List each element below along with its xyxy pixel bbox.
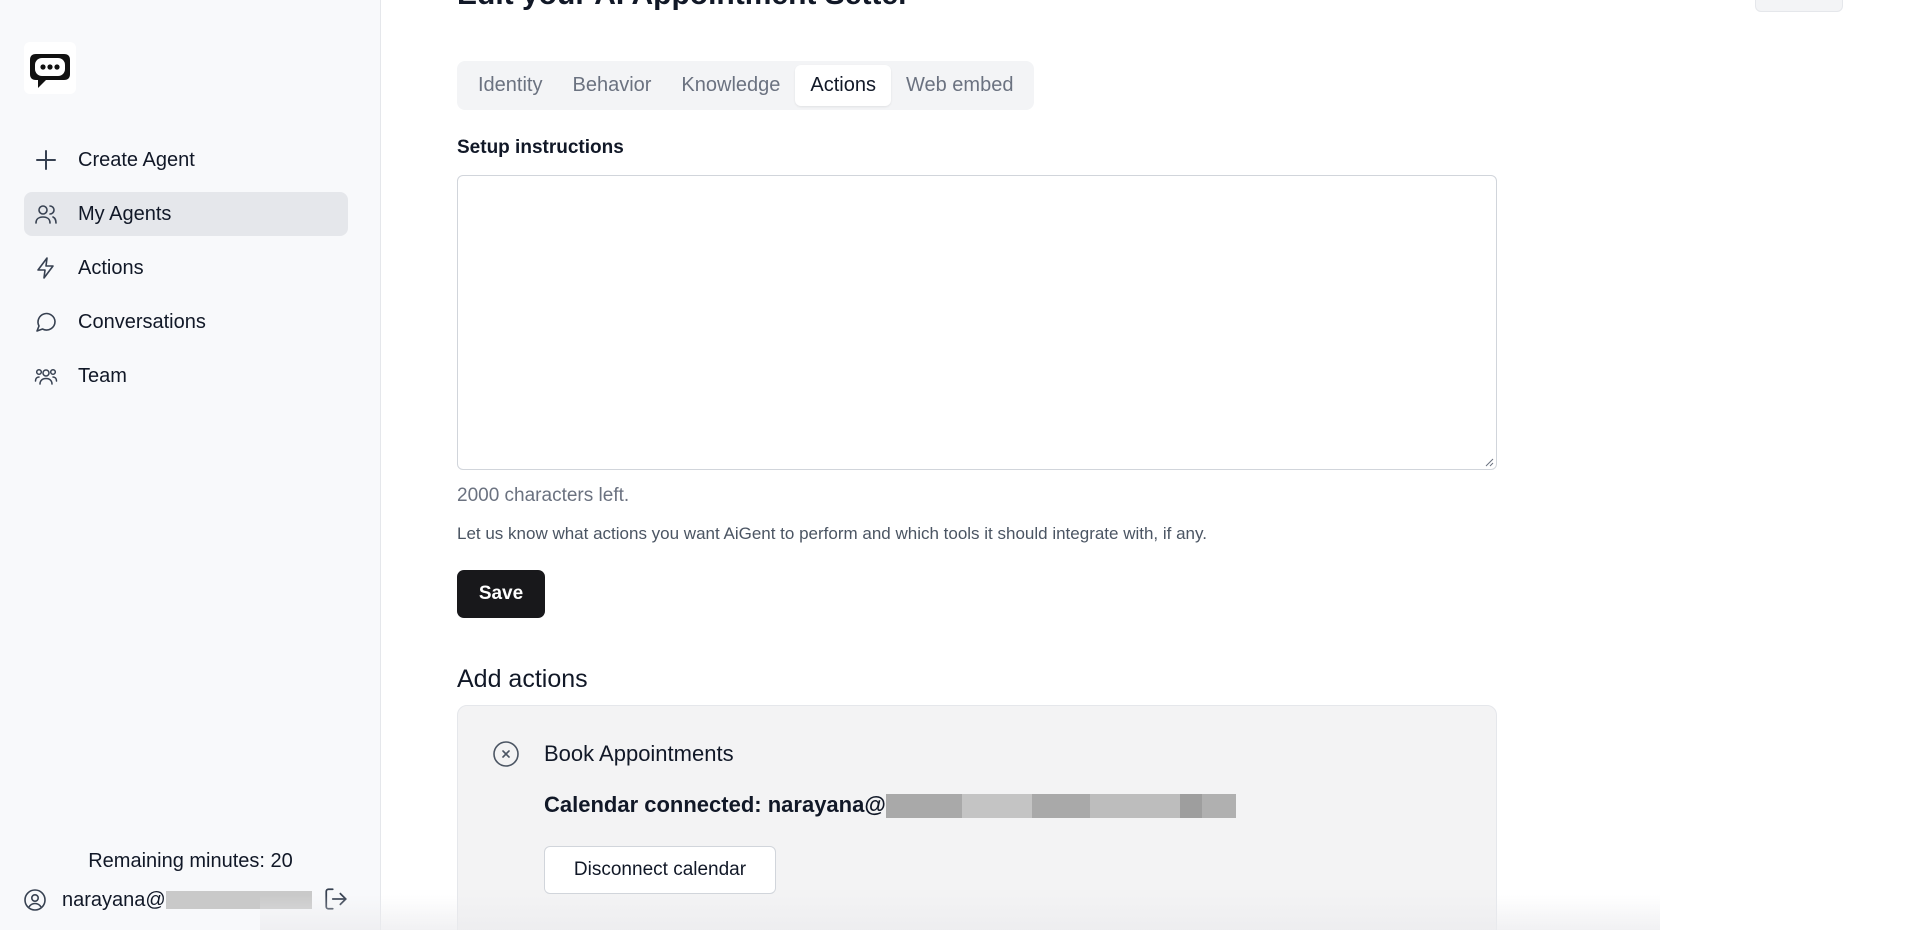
sidebar: Create Agent My Agents Actions Conversat… xyxy=(0,0,381,930)
user-account: narayana@ xyxy=(22,885,362,915)
calendar-connected-status: Calendar connected: narayana@ xyxy=(544,792,1236,819)
resize-handle-icon[interactable] xyxy=(1484,457,1494,467)
sidebar-item-my-agents[interactable]: My Agents xyxy=(24,192,348,236)
disconnect-calendar-button[interactable]: Disconnect calendar xyxy=(544,846,776,894)
sidebar-item-label: Actions xyxy=(78,256,144,279)
add-actions-heading: Add actions xyxy=(457,665,588,693)
message-circle-icon xyxy=(32,308,60,336)
tab-actions[interactable]: Actions xyxy=(795,65,891,106)
user-circle-icon xyxy=(22,887,48,913)
tab-bar: Identity Behavior Knowledge Actions Web … xyxy=(457,61,1035,110)
sidebar-item-label: Conversations xyxy=(78,310,206,333)
characters-left: 2000 characters left. xyxy=(457,485,630,506)
lightning-icon xyxy=(32,254,60,282)
user-email: narayana@ xyxy=(62,888,166,911)
redacted-block xyxy=(1031,794,1090,819)
page-title: Edit your AI Appointment Setter xyxy=(457,0,910,12)
book-appointments-card: Book Appointments Calendar connected: na… xyxy=(457,705,1497,930)
save-button[interactable]: Save xyxy=(457,570,545,618)
logout-icon[interactable] xyxy=(322,885,350,913)
setup-help-text: Let us know what actions you want AiGent… xyxy=(457,524,1207,543)
redacted-block xyxy=(961,794,1032,819)
remaining-minutes: Remaining minutes: 20 xyxy=(88,850,293,872)
redacted-email-domain xyxy=(165,891,312,909)
sidebar-item-create-agent[interactable]: Create Agent xyxy=(24,138,348,182)
sidebar-nav: Create Agent My Agents Actions Conversat… xyxy=(24,138,348,408)
calendar-connected-text: Calendar connected: narayana@ xyxy=(544,792,886,817)
sidebar-item-label: Team xyxy=(78,364,127,387)
redacted-block xyxy=(1201,794,1236,819)
setup-instructions-label: Setup instructions xyxy=(457,137,624,158)
sidebar-item-conversations[interactable]: Conversations xyxy=(24,300,348,344)
sidebar-item-team[interactable]: Team xyxy=(24,354,348,398)
tab-web-embed[interactable]: Web embed xyxy=(891,65,1028,106)
team-icon xyxy=(32,362,60,390)
header-action-button[interactable] xyxy=(1755,0,1843,12)
tab-behavior[interactable]: Behavior xyxy=(557,65,666,106)
action-title: Book Appointments xyxy=(544,741,734,766)
sidebar-item-label: My Agents xyxy=(78,202,172,225)
chat-bubble-logo-icon[interactable] xyxy=(24,42,76,94)
tab-identity[interactable]: Identity xyxy=(463,65,557,106)
users-icon xyxy=(32,200,60,228)
redacted-block xyxy=(885,794,962,819)
plus-icon xyxy=(32,146,60,174)
x-circle-icon[interactable] xyxy=(492,740,520,768)
redacted-block xyxy=(1179,794,1202,819)
setup-instructions-input[interactable] xyxy=(457,175,1497,470)
sidebar-item-label: Create Agent xyxy=(78,148,195,171)
tab-knowledge[interactable]: Knowledge xyxy=(666,65,795,106)
sidebar-item-actions[interactable]: Actions xyxy=(24,246,348,290)
redacted-block xyxy=(1089,794,1180,819)
